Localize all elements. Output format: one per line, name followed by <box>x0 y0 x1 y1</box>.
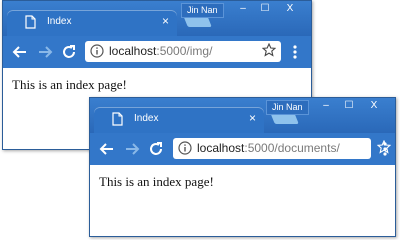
minimize-button[interactable]: – <box>232 2 254 16</box>
page-text: This is an index page! <box>99 174 214 189</box>
close-button[interactable]: X <box>279 2 301 16</box>
reload-icon[interactable] <box>61 44 77 60</box>
address-bar[interactable]: localhost:5000/img/ <box>85 41 281 62</box>
toolbar: localhost:5000/documents/ <box>90 133 395 165</box>
url-text: localhost:5000/img/ <box>109 44 213 58</box>
forward-arrow-icon[interactable] <box>124 141 140 157</box>
maximize-button[interactable]: ☐ <box>338 99 360 113</box>
info-icon <box>178 141 192 155</box>
page-icon <box>112 112 123 126</box>
tab-title: Index <box>47 16 72 27</box>
forward-arrow-icon[interactable] <box>37 44 53 60</box>
browser-window-2: Index × Jin Nan – ☐ X localhost:5000/doc… <box>89 97 396 237</box>
title-bar: Index × Jin Nan – ☐ X <box>3 1 311 36</box>
maximize-button[interactable]: ☐ <box>254 2 276 16</box>
star-icon[interactable] <box>262 43 276 57</box>
page-content: This is an index page! <box>90 165 395 236</box>
back-arrow-icon[interactable] <box>99 141 115 157</box>
title-bar: Index × Jin Nan – ☐ X <box>90 98 395 133</box>
minimize-button[interactable]: – <box>315 99 337 113</box>
info-icon <box>90 44 104 58</box>
address-bar[interactable]: localhost:5000/documents/ <box>173 138 391 159</box>
url-text: localhost:5000/documents/ <box>197 141 340 155</box>
menu-dots-icon[interactable] <box>382 141 388 157</box>
page-text: This is an index page! <box>12 77 127 92</box>
reload-icon[interactable] <box>148 141 164 157</box>
tab-index[interactable]: Index × <box>7 10 177 36</box>
close-button[interactable]: X <box>363 99 385 113</box>
page-icon <box>25 15 36 29</box>
menu-dots-icon[interactable] <box>292 44 298 60</box>
profile-button[interactable]: Jin Nan <box>266 100 309 115</box>
tab-title: Index <box>134 113 159 124</box>
tab-index[interactable]: Index × <box>94 107 264 133</box>
toolbar: localhost:5000/img/ <box>3 36 311 68</box>
profile-button[interactable]: Jin Nan <box>181 3 224 18</box>
back-arrow-icon[interactable] <box>12 44 28 60</box>
tab-close-icon[interactable]: × <box>249 111 256 125</box>
tab-close-icon[interactable]: × <box>162 14 169 28</box>
